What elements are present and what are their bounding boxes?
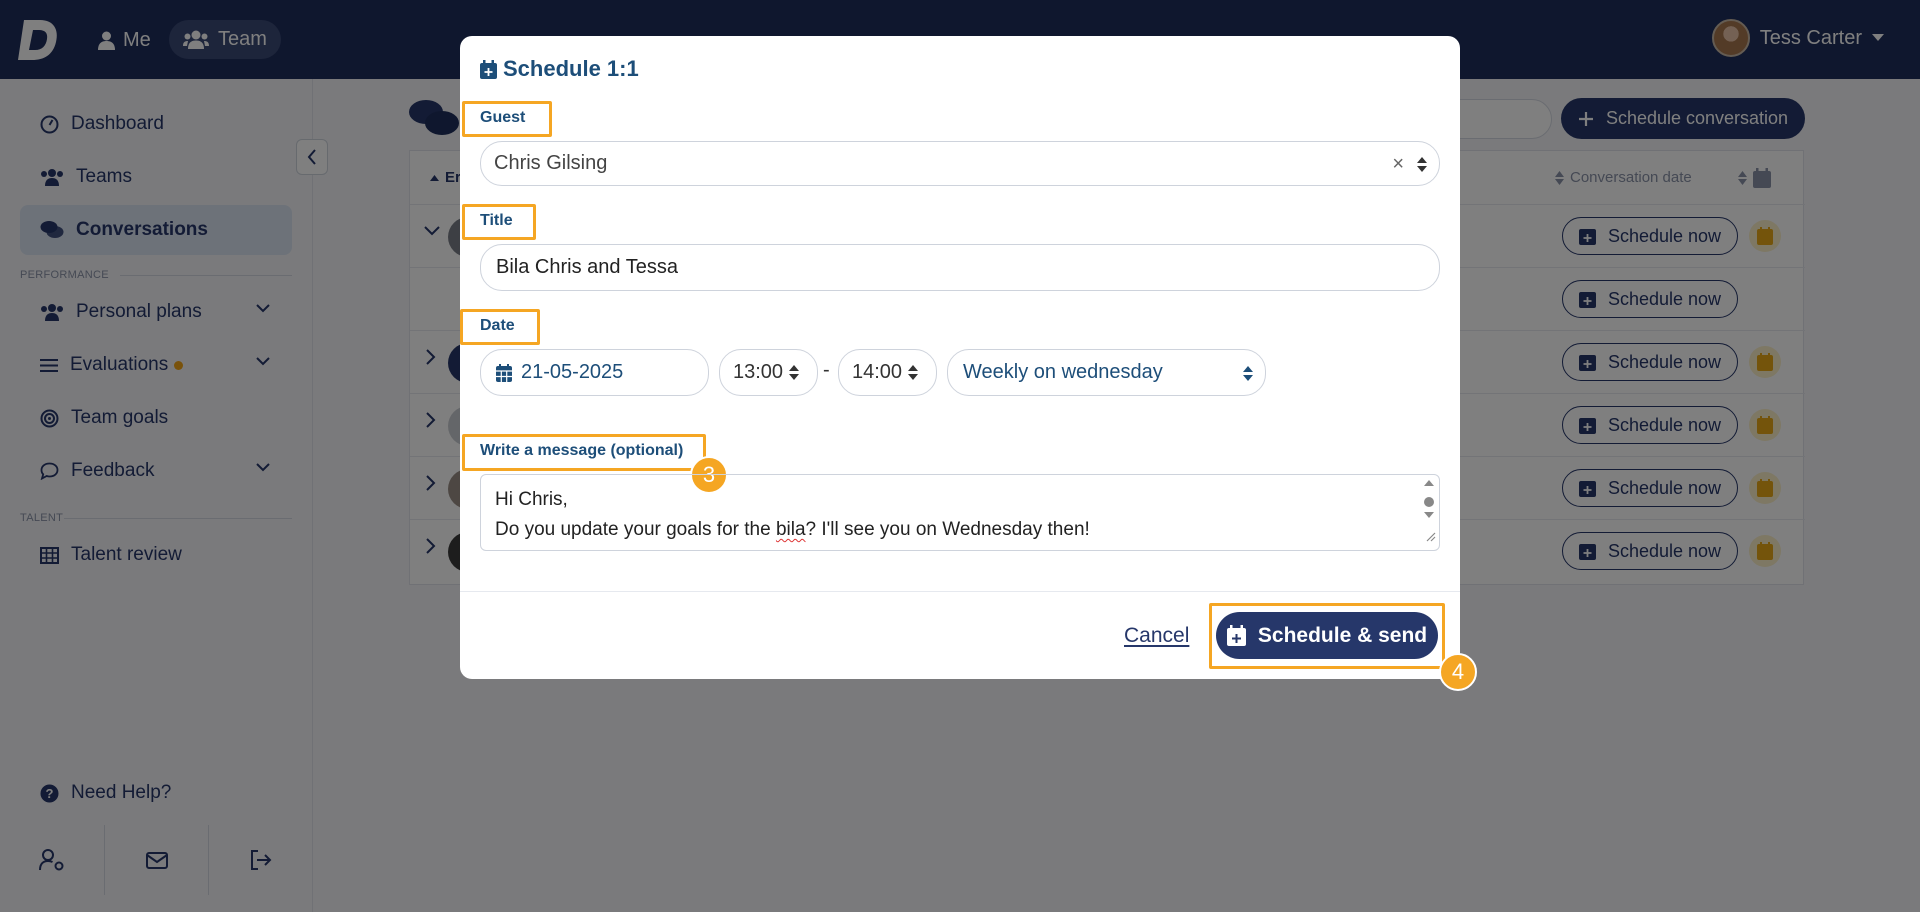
message-line: Hi Chris, xyxy=(495,489,568,510)
modal-title: Schedule 1:1 xyxy=(480,56,639,82)
recurrence-value: Weekly on wednesday xyxy=(963,361,1163,383)
cancel-button[interactable]: Cancel xyxy=(1124,624,1189,648)
date-input[interactable]: 21-05-2025 xyxy=(480,349,709,396)
guest-value: Chris Gilsing xyxy=(494,152,608,174)
recurrence-select[interactable]: Weekly on wednesday xyxy=(947,349,1266,396)
date-label: Date xyxy=(480,317,515,334)
divider xyxy=(460,591,1460,592)
message-label: Write a message (optional) xyxy=(480,442,684,459)
title-input[interactable]: Bila Chris and Tessa xyxy=(480,244,1440,291)
message-line: Do you update your goals for the bila? I… xyxy=(495,515,1425,545)
guest-label: Guest xyxy=(480,109,526,126)
calendar-plus-icon xyxy=(480,59,497,79)
guest-select[interactable]: Chris Gilsing × xyxy=(480,141,1440,186)
title-value: Bila Chris and Tessa xyxy=(496,256,678,278)
title-label: Title xyxy=(480,212,513,229)
schedule-modal: Schedule 1:1 Guest Chris Gilsing × Title… xyxy=(460,36,1477,691)
step-badge: 4 xyxy=(1439,653,1477,691)
end-time-select[interactable]: 14:00 xyxy=(838,349,937,396)
message-textarea[interactable]: Hi Chris, Do you update your goals for t… xyxy=(480,474,1440,551)
start-time-select[interactable]: 13:00 xyxy=(719,349,818,396)
calendar-icon xyxy=(496,363,512,382)
schedule-send-button[interactable]: Schedule & send xyxy=(1216,612,1438,659)
date-value: 21-05-2025 xyxy=(521,361,624,383)
schedule-send-label: Schedule & send xyxy=(1257,623,1428,647)
modal-title-text: Schedule 1:1 xyxy=(503,56,639,81)
select-arrows-icon xyxy=(908,365,919,380)
calendar-plus-icon xyxy=(1226,625,1246,646)
misspelled-word: bila xyxy=(775,519,806,540)
select-arrows-icon xyxy=(1417,157,1427,172)
message-text: ? I'll see you on Wednesday then! xyxy=(805,519,1090,540)
time-separator: - xyxy=(823,359,830,381)
end-time-value: 14:00 xyxy=(852,361,903,383)
scrollbar[interactable] xyxy=(1421,479,1437,543)
start-time-value: 13:00 xyxy=(733,361,784,383)
select-arrows-icon xyxy=(789,365,800,380)
select-arrows-icon xyxy=(1243,366,1253,381)
clear-icon[interactable]: × xyxy=(1392,153,1404,176)
message-text: Do you update your goals for the xyxy=(495,519,776,540)
